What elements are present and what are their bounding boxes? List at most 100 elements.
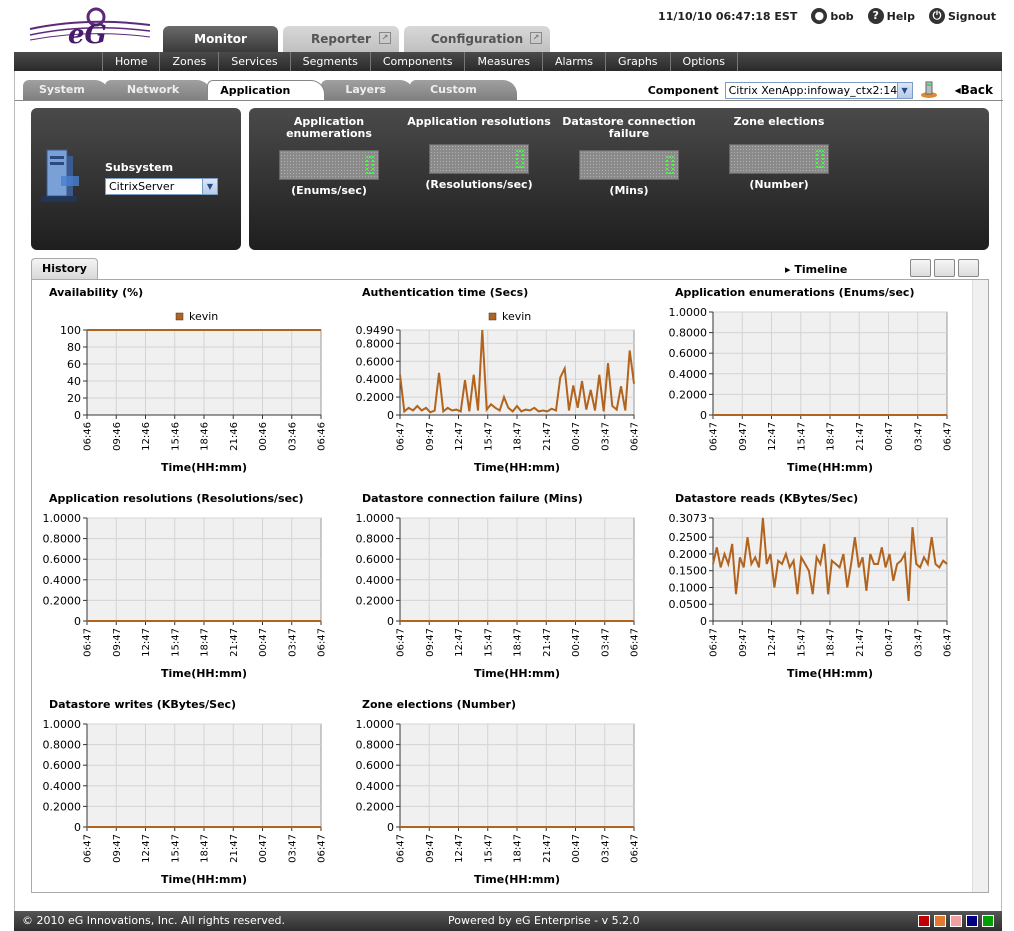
nav-home[interactable]: Home	[102, 52, 159, 71]
nav-alarms[interactable]: Alarms	[541, 52, 605, 71]
x-tick-label: 15:47	[483, 834, 494, 863]
x-axis-label: Time(HH:mm)	[474, 461, 560, 474]
back-link[interactable]: ◂Back	[955, 83, 993, 97]
x-tick-label: 09:47	[425, 422, 436, 451]
external-window-icon: ↗	[530, 32, 542, 44]
x-tick-label: 06:47	[317, 834, 328, 863]
tab-configuration[interactable]: Configuration ↗	[404, 26, 550, 52]
theme-navy[interactable]	[966, 915, 978, 927]
chart-svg: 06:46 09:46 12:46 15:46 18:46 21:46 00:46 03:46…	[60, 310, 328, 474]
nav-components[interactable]: Components	[369, 52, 465, 71]
x-tick-label: 06:47	[630, 422, 641, 451]
help-icon: ?	[867, 8, 884, 24]
datetime: 11/10/10 06:47:18 EST	[658, 9, 798, 23]
x-tick-label: 09:47	[112, 834, 123, 863]
chart-svg: 06:47 09:47 12:47 15:47 18:47 21:47 00:47 03:47…	[669, 306, 954, 474]
chart-4: Datastore connection failure (Mins) 06:47…	[353, 488, 666, 688]
x-axis-label: Time(HH:mm)	[161, 873, 247, 886]
nav-services[interactable]: Services	[218, 52, 289, 71]
external-window-icon: ↗	[379, 32, 391, 44]
x-tick-label: 21:47	[542, 834, 553, 863]
footer: © 2010 eG Innovations, Inc. All rights r…	[14, 911, 1002, 931]
tab-system[interactable]: System	[23, 80, 109, 100]
header: eG 11/10/10 06:47:18 EST ● bob ? Help ⏻ Sig…	[0, 0, 1014, 52]
y-tick-label: 0.6000	[356, 759, 395, 772]
y-tick-label: 0.8000	[669, 327, 708, 340]
x-tick-label: 18:47	[513, 628, 524, 657]
x-tick-label: 12:47	[454, 628, 465, 657]
chart-2: Application enumerations (Enums/sec) 06:4…	[666, 282, 979, 482]
nav-bar: Home Zones Services Segments Components …	[14, 52, 1002, 71]
chart-0: Availability (%) 06:46 09:46 12:46 15:46 18:4…	[40, 282, 353, 482]
measure-display	[579, 150, 679, 180]
tab-custom[interactable]: Custom	[410, 80, 517, 100]
nav-graphs[interactable]: Graphs	[605, 52, 669, 71]
history-charts: Availability (%) 06:46 09:46 12:46 15:46 18:4…	[31, 279, 989, 893]
x-tick-label: 06:47	[630, 834, 641, 863]
nav-zones[interactable]: Zones	[159, 52, 218, 71]
bar-chart-icon[interactable]	[934, 259, 955, 277]
x-tick-label: 06:47	[83, 628, 94, 657]
timeline-toggle[interactable]: ▸ Timeline	[785, 263, 847, 276]
y-tick-label: 0	[74, 821, 81, 834]
x-tick-label: 00:47	[884, 422, 895, 451]
theme-green[interactable]	[982, 915, 994, 927]
tab-reporter[interactable]: Reporter ↗	[283, 26, 399, 52]
y-tick-label: 0.1000	[669, 581, 708, 594]
tab-divider	[15, 100, 1003, 101]
x-tick-label: 03:46	[287, 422, 298, 451]
nav-options[interactable]: Options	[669, 52, 738, 71]
chart-7: Zone elections (Number) 06:47 09:47 12:47 15…	[353, 694, 666, 894]
led-icon	[816, 150, 824, 168]
y-tick-label: 0.4000	[43, 780, 82, 793]
line-chart-icon[interactable]	[958, 259, 979, 277]
tab-application[interactable]: Application	[207, 80, 326, 100]
tab-monitor[interactable]: Monitor	[163, 26, 278, 52]
legend-label: kevin	[189, 310, 218, 323]
x-tick-label: 18:47	[200, 834, 211, 863]
theme-red[interactable]	[918, 915, 930, 927]
x-tick-label: 06:47	[83, 834, 94, 863]
y-tick-label: 1.0000	[669, 306, 708, 319]
y-tick-label: 0.4000	[669, 368, 708, 381]
x-tick-label: 00:47	[258, 628, 269, 657]
chart-svg: 06:47 09:47 12:47 15:47 18:47 21:47 00:47 03:47…	[43, 512, 328, 680]
signout-link[interactable]: ⏻ Signout	[928, 8, 996, 24]
nav-measures[interactable]: Measures	[464, 52, 541, 71]
y-tick-label: 0.4000	[356, 780, 395, 793]
x-tick-label: 03:47	[600, 422, 611, 451]
user-link[interactable]: ● bob	[811, 8, 854, 24]
x-tick-label: 06:47	[396, 628, 407, 657]
y-tick-label: 0.6000	[356, 553, 395, 566]
x-tick-label: 00:47	[571, 628, 582, 657]
nav-segments[interactable]: Segments	[289, 52, 370, 71]
y-tick-label: 80	[67, 341, 81, 354]
legend-swatch	[175, 312, 184, 321]
theme-pink[interactable]	[950, 915, 962, 927]
x-axis-label: Time(HH:mm)	[474, 667, 560, 680]
chart-1: Authentication time (Secs) 06:47 09:47 12:4…	[353, 282, 666, 482]
tab-history[interactable]: History	[31, 258, 98, 279]
checklist-icon[interactable]	[910, 259, 931, 277]
y-tick-label: 0.2000	[669, 548, 708, 561]
component-select[interactable]: Citrix XenApp:infoway_ctx2:1494 ▼	[724, 81, 913, 99]
x-tick-label: 21:47	[542, 422, 553, 451]
measure-display	[429, 144, 529, 174]
tab-layers[interactable]: Layers	[321, 80, 415, 100]
y-tick-label: 0.8000	[356, 533, 395, 546]
help-link[interactable]: ? Help	[867, 8, 915, 24]
x-tick-label: 03:47	[913, 422, 924, 451]
y-tick-label: 0.0500	[669, 598, 708, 611]
y-tick-label: 0.2000	[669, 388, 708, 401]
y-tick-label: 0	[387, 409, 394, 422]
x-axis-label: Time(HH:mm)	[474, 873, 560, 886]
x-tick-label: 09:47	[738, 422, 749, 451]
x-tick-label: 06:47	[943, 422, 954, 451]
tab-network[interactable]: Network	[104, 80, 212, 100]
subsystem-select[interactable]: CitrixServer ▼	[105, 178, 218, 195]
component-server-icon[interactable]	[919, 81, 939, 99]
theme-orange[interactable]	[934, 915, 946, 927]
y-tick-label: 0.6000	[43, 759, 82, 772]
chart-svg: 06:47 09:47 12:47 15:47 18:47 21:47 00:47 03:47…	[356, 718, 641, 886]
x-tick-label: 18:47	[826, 422, 837, 451]
